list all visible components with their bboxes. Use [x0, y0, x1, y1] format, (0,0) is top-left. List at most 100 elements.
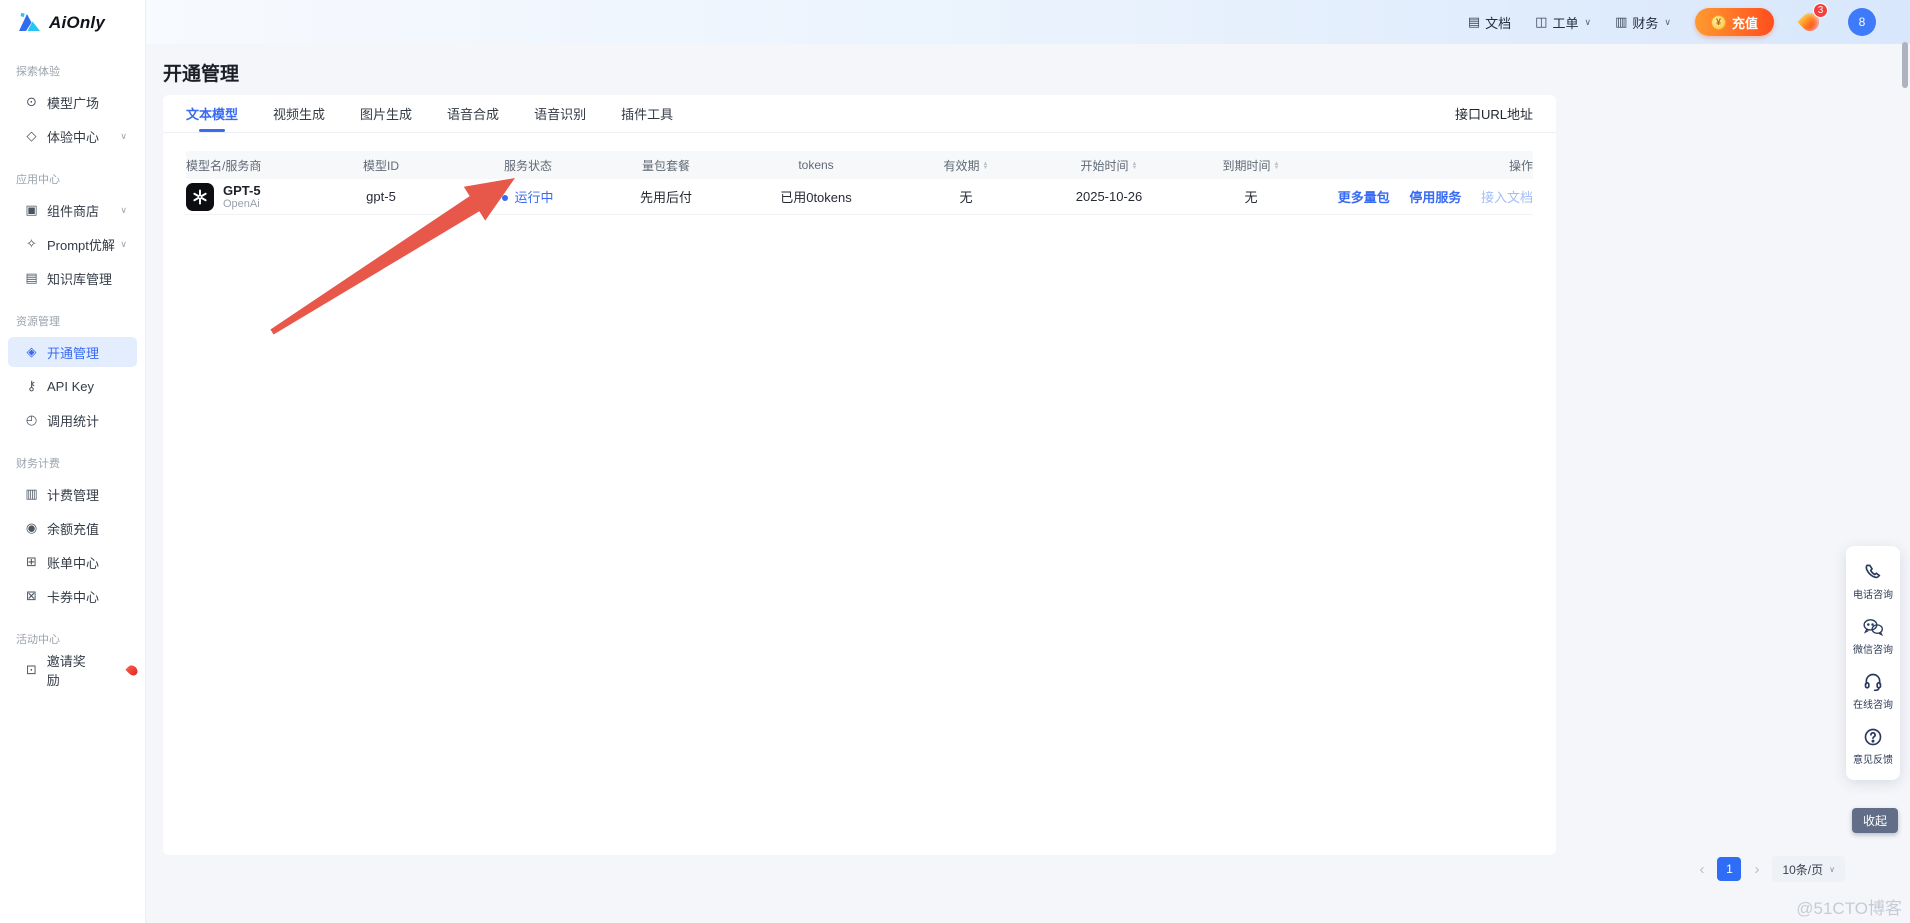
headset-icon: [1864, 673, 1882, 692]
aionly-logo-icon: [19, 12, 40, 31]
sidebar-item-api-key[interactable]: ⚷ API Key: [8, 371, 137, 401]
model-id-value: gpt-5: [366, 189, 396, 204]
coin-icon: ¥: [1710, 14, 1726, 30]
chevron-down-icon: ∨: [120, 130, 127, 141]
status-value: 运行中: [456, 187, 600, 206]
user-avatar[interactable]: 8: [1848, 8, 1876, 36]
topbar-docs-label: 文档: [1485, 15, 1512, 31]
online-consult-button[interactable]: 在线咨询: [1846, 664, 1900, 719]
sidebar-item-label: API Key: [47, 378, 94, 394]
model-plaza-icon: ⊙: [26, 94, 37, 109]
sidebar-item-coupon-center[interactable]: ⊠ 卡券中心: [8, 581, 137, 611]
coupon-icon: ⊠: [26, 588, 37, 603]
phone-icon: [1865, 564, 1881, 579]
tab-image-generation[interactable]: 图片生成: [360, 95, 412, 132]
sort-icon[interactable]: ▲ ▼: [1274, 161, 1280, 171]
doc-icon: ▤: [1467, 14, 1481, 29]
col-validity[interactable]: 有效期 ▲ ▼: [900, 157, 1032, 174]
page-number-button[interactable]: 1: [1717, 857, 1742, 881]
finance-icon: ▥: [1615, 14, 1628, 29]
sidebar-item-invite-rewards[interactable]: ⊡ 邀请奖励: [8, 654, 140, 688]
sidebar-item-label: 知识库管理: [47, 271, 113, 287]
bill-center-icon: ⊞: [26, 554, 37, 569]
topbar-tickets-menu[interactable]: ◫ 工单 ∨: [1535, 13, 1591, 32]
tab-speech-synthesis[interactable]: 语音合成: [447, 95, 499, 132]
sidebar-item-balance-recharge[interactable]: ◉ 余额充值: [8, 513, 137, 543]
stats-icon: ◴: [25, 412, 38, 427]
sidebar-item-model-plaza[interactable]: ⊙ 模型广场: [8, 87, 137, 117]
sidebar-item-label: 计费管理: [47, 487, 100, 503]
col-status: 服务状态: [503, 158, 552, 173]
sidebar-item-activation-management[interactable]: ◈ 开通管理: [8, 337, 137, 367]
sort-icon[interactable]: ▲ ▼: [1132, 161, 1138, 171]
topbar-finance-label: 财务: [1632, 15, 1659, 31]
experience-icon: ◇: [26, 128, 37, 143]
next-page-icon[interactable]: ›: [1751, 861, 1762, 878]
model-provider: OpenAi: [223, 197, 260, 210]
col-expire-label: 到期时间: [1222, 158, 1271, 173]
col-model-id: 模型ID: [362, 158, 399, 173]
feedback-label: 意见反馈: [1853, 755, 1893, 766]
col-model: 模型名/服务商: [186, 158, 262, 173]
model-type-tabs: 文本模型 视频生成 图片生成 语音合成 语音识别 插件工具 接口URL地址: [163, 95, 1556, 133]
sidebar-item-prompt[interactable]: ✧ Prompt优解 ∨: [8, 229, 137, 259]
phone-consult-button[interactable]: 电话咨询: [1846, 554, 1900, 609]
chevron-down-icon: ∨: [120, 204, 127, 215]
topbar-docs-link[interactable]: ▤ 文档: [1468, 13, 1511, 32]
tab-plugin-tools[interactable]: 插件工具: [621, 95, 673, 132]
api-url-link[interactable]: 接口URL地址: [1455, 104, 1533, 123]
sidebar-section-resources: 资源管理: [16, 316, 60, 328]
recharge-label: 充值: [1731, 15, 1758, 31]
col-actions: 操作: [1508, 158, 1533, 173]
sidebar-item-label: 余额充值: [47, 521, 100, 537]
start-time-value: 2025-10-26: [1075, 189, 1143, 204]
feedback-button[interactable]: 意见反馈: [1846, 719, 1900, 774]
chevron-down-icon: ∨: [120, 238, 127, 249]
online-consult-label: 在线咨询: [1853, 700, 1893, 711]
model-cell: GPT-5 OpenAi: [186, 182, 306, 211]
sort-icon[interactable]: ▲ ▼: [983, 161, 989, 171]
prev-page-icon[interactable]: ‹: [1696, 861, 1707, 878]
knowledge-icon: ▤: [25, 270, 38, 285]
expire-time-value: 无: [1244, 190, 1258, 205]
recharge-button[interactable]: ¥ 充值: [1694, 8, 1774, 36]
stop-service-link[interactable]: 停用服务: [1409, 190, 1461, 205]
scrollbar-thumb[interactable]: [1902, 42, 1908, 88]
sidebar-item-label: 体验中心: [47, 129, 100, 145]
sidebar-item-label: 邀请奖励: [46, 654, 86, 688]
tab-video-generation[interactable]: 视频生成: [273, 95, 325, 132]
sidebar-item-bill-center[interactable]: ⊞ 账单中心: [8, 547, 137, 577]
topbar-finance-menu[interactable]: ▥ 财务 ∨: [1615, 13, 1671, 32]
wechat-icon: [1863, 619, 1884, 637]
integration-docs-link[interactable]: 接入文档: [1481, 190, 1533, 205]
sidebar-item-billing-management[interactable]: ▥ 计费管理: [8, 479, 137, 509]
component-store-icon: ▣: [25, 202, 38, 217]
watermark: @51CTO博客: [1796, 899, 1902, 918]
col-package: 量包套餐: [641, 158, 690, 173]
brand-logo[interactable]: AiOnly: [0, 0, 145, 43]
prompt-icon: ✧: [26, 236, 37, 251]
table-row: GPT-5 OpenAi gpt-5 运行中 先用后付 已用0tokens 无 …: [186, 179, 1533, 215]
more-packages-link[interactable]: 更多量包: [1338, 190, 1390, 205]
tab-text-models[interactable]: 文本模型: [186, 95, 238, 132]
hot-flame-icon: [125, 662, 140, 678]
models-table: 模型名/服务商 模型ID 服务状态 量包套餐 tokens 有效期 ▲ ▼ 开始时间…: [186, 151, 1533, 215]
page-size-select[interactable]: 10条/页 ∨: [1772, 856, 1845, 882]
col-start-time[interactable]: 开始时间 ▲ ▼: [1032, 157, 1186, 174]
sidebar-section-billing: 财务计费: [16, 458, 60, 470]
chevron-down-icon: ∨: [1829, 864, 1835, 874]
tokens-value: 已用0tokens: [780, 190, 852, 205]
col-expire-time[interactable]: 到期时间 ▲ ▼: [1186, 157, 1316, 174]
sidebar-item-call-stats[interactable]: ◴ 调用统计: [8, 405, 137, 435]
table-header-row: 模型名/服务商 模型ID 服务状态 量包套餐 tokens 有效期 ▲ ▼ 开始时间…: [186, 151, 1533, 179]
wechat-consult-label: 微信咨询: [1853, 645, 1893, 656]
tab-speech-recognition[interactable]: 语音识别: [534, 95, 586, 132]
collapse-panel-button[interactable]: 收起: [1851, 808, 1898, 833]
sidebar-item-experience-center[interactable]: ◇ 体验中心 ∨: [8, 121, 137, 151]
activity-fire-button[interactable]: 3: [1797, 3, 1828, 36]
sidebar-item-knowledge-base[interactable]: ▤ 知识库管理: [8, 263, 137, 293]
wechat-consult-button[interactable]: 微信咨询: [1846, 609, 1900, 664]
sidebar-section-explore: 探索体验: [16, 66, 60, 78]
sidebar-item-component-store[interactable]: ▣ 组件商店 ∨: [8, 195, 137, 225]
topbar: ▤ 文档 ◫ 工单 ∨ ▥ 财务 ∨ ¥ 充值 3 8: [146, 0, 1910, 44]
